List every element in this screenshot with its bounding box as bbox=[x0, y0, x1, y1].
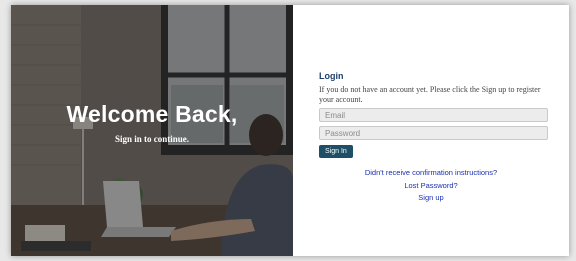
confirmation-instructions-link[interactable]: Didn't receive confirmation instructions… bbox=[293, 167, 569, 180]
login-form: Login If you do not have an account yet.… bbox=[319, 71, 548, 158]
hero-subtitle: Sign in to continue. bbox=[114, 134, 190, 144]
login-links: Didn't receive confirmation instructions… bbox=[293, 167, 569, 205]
login-page: Welcome Back, Sign in to continue. Login… bbox=[11, 5, 569, 256]
email-input[interactable] bbox=[319, 108, 548, 122]
password-input[interactable] bbox=[319, 126, 548, 140]
login-description: If you do not have an account yet. Pleas… bbox=[319, 85, 541, 104]
lost-password-link[interactable]: Lost Password? bbox=[293, 180, 569, 193]
sign-in-button[interactable]: Sign In bbox=[319, 145, 353, 158]
login-title: Login bbox=[319, 71, 344, 81]
hero-title: Welcome Back, bbox=[66, 101, 238, 127]
hero-text: Welcome Back, Sign in to continue. bbox=[11, 101, 293, 144]
login-panel: Login If you do not have an account yet.… bbox=[293, 5, 569, 256]
hero-panel: Welcome Back, Sign in to continue. bbox=[11, 5, 293, 256]
sign-up-link[interactable]: Sign up bbox=[293, 192, 569, 205]
